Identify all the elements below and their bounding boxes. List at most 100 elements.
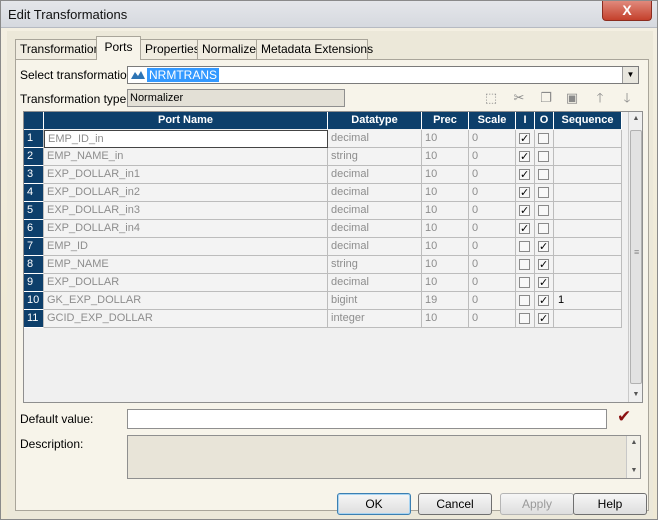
output-flag-cell[interactable]: ✓: [535, 256, 554, 274]
datatype-cell[interactable]: bigint: [328, 292, 422, 310]
input-flag-cell[interactable]: ✓: [516, 166, 535, 184]
new-port-icon[interactable]: ⬚: [482, 89, 500, 107]
tab-metadata-extensions[interactable]: Metadata Extensions: [256, 39, 373, 59]
input-flag-cell[interactable]: [516, 274, 535, 292]
close-button[interactable]: X: [602, 1, 652, 21]
port-name-cell[interactable]: EMP_ID_in: [44, 130, 328, 148]
datatype-cell[interactable]: decimal: [328, 130, 422, 148]
output-flag-cell[interactable]: ✓: [535, 274, 554, 292]
select-transformation-dropdown[interactable]: NRMTRANS ▼: [127, 66, 639, 84]
sequence-cell[interactable]: [554, 310, 622, 328]
table-row[interactable]: 4 EXP_DOLLAR_in2 decimal 10 0 ✓: [24, 184, 628, 202]
input-checkbox[interactable]: ✓: [519, 205, 530, 217]
tab-normalizer[interactable]: Normalizer: [197, 39, 260, 59]
port-name-cell[interactable]: GCID_EXP_DOLLAR: [44, 310, 328, 328]
output-checkbox[interactable]: ✓: [538, 241, 549, 253]
input-checkbox[interactable]: ✓: [519, 187, 530, 199]
table-row[interactable]: 11 GCID_EXP_DOLLAR integer 10 0 ✓: [24, 310, 628, 328]
output-checkbox[interactable]: ✓: [538, 313, 549, 325]
table-row[interactable]: 6 EXP_DOLLAR_in4 decimal 10 0 ✓: [24, 220, 628, 238]
paste-icon[interactable]: ▣: [563, 89, 581, 107]
datatype-cell[interactable]: string: [328, 148, 422, 166]
scroll-down-icon[interactable]: ▼: [629, 388, 643, 402]
output-checkbox[interactable]: ✓: [538, 295, 549, 307]
port-name-cell[interactable]: EXP_DOLLAR: [44, 274, 328, 292]
datatype-cell[interactable]: decimal: [328, 166, 422, 184]
output-flag-cell[interactable]: [535, 166, 554, 184]
datatype-cell[interactable]: decimal: [328, 184, 422, 202]
input-checkbox[interactable]: ✓: [519, 151, 530, 163]
input-flag-cell[interactable]: ✓: [516, 202, 535, 220]
port-name-cell[interactable]: GK_EXP_DOLLAR: [44, 292, 328, 310]
scale-cell[interactable]: 0: [469, 148, 516, 166]
header-o[interactable]: O: [535, 112, 554, 129]
output-checkbox[interactable]: [538, 133, 549, 144]
input-checkbox[interactable]: ✓: [519, 169, 530, 181]
table-row[interactable]: 10 GK_EXP_DOLLAR bigint 19 0 ✓ 1: [24, 292, 628, 310]
prec-cell[interactable]: 10: [422, 274, 469, 292]
output-flag-cell[interactable]: [535, 202, 554, 220]
port-name-cell[interactable]: EXP_DOLLAR_in2: [44, 184, 328, 202]
row-number[interactable]: 2: [24, 148, 44, 166]
sequence-cell[interactable]: [554, 166, 622, 184]
output-flag-cell[interactable]: [535, 184, 554, 202]
row-number[interactable]: 3: [24, 166, 44, 184]
input-flag-cell[interactable]: ✓: [516, 130, 535, 148]
scale-cell[interactable]: 0: [469, 256, 516, 274]
output-checkbox[interactable]: ✓: [538, 259, 549, 271]
input-flag-cell[interactable]: [516, 238, 535, 256]
scale-cell[interactable]: 0: [469, 184, 516, 202]
port-name-cell[interactable]: EXP_DOLLAR_in1: [44, 166, 328, 184]
cut-icon[interactable]: ✂: [510, 89, 528, 107]
table-row[interactable]: 8 EMP_NAME string 10 0 ✓: [24, 256, 628, 274]
prec-cell[interactable]: 10: [422, 256, 469, 274]
tab-transformation[interactable]: Transformation: [15, 39, 100, 59]
grid-vertical-scrollbar[interactable]: ▲ ≡ ▼: [628, 112, 642, 402]
output-flag-cell[interactable]: [535, 130, 554, 148]
output-checkbox[interactable]: [538, 205, 549, 216]
cancel-button[interactable]: Cancel: [418, 493, 492, 515]
table-row[interactable]: 2 EMP_NAME_in string 10 0 ✓: [24, 148, 628, 166]
table-row[interactable]: 9 EXP_DOLLAR decimal 10 0 ✓: [24, 274, 628, 292]
output-flag-cell[interactable]: ✓: [535, 292, 554, 310]
sequence-cell[interactable]: [554, 148, 622, 166]
output-flag-cell[interactable]: ✓: [535, 310, 554, 328]
output-checkbox[interactable]: [538, 187, 549, 198]
datatype-cell[interactable]: decimal: [328, 202, 422, 220]
port-name-cell[interactable]: EMP_NAME_in: [44, 148, 328, 166]
input-flag-cell[interactable]: [516, 310, 535, 328]
output-flag-cell[interactable]: [535, 148, 554, 166]
input-checkbox[interactable]: [519, 241, 530, 252]
input-checkbox[interactable]: ✓: [519, 133, 530, 145]
output-checkbox[interactable]: [538, 223, 549, 234]
scroll-down-icon[interactable]: ▼: [627, 464, 641, 478]
port-name-cell[interactable]: EXP_DOLLAR_in3: [44, 202, 328, 220]
scrollbar-thumb[interactable]: ≡: [630, 130, 642, 384]
sequence-cell[interactable]: 1: [554, 292, 622, 310]
input-flag-cell[interactable]: [516, 292, 535, 310]
datatype-cell[interactable]: decimal: [328, 238, 422, 256]
description-scrollbar[interactable]: ▲ ▼: [626, 436, 640, 478]
prec-cell[interactable]: 10: [422, 202, 469, 220]
row-number[interactable]: 7: [24, 238, 44, 256]
row-number[interactable]: 10: [24, 292, 44, 310]
tab-properties[interactable]: Properties: [140, 39, 200, 59]
ports-grid[interactable]: Port Name Datatype Prec Scale I O Sequen…: [23, 111, 643, 403]
output-checkbox[interactable]: ✓: [538, 277, 549, 289]
input-flag-cell[interactable]: ✓: [516, 148, 535, 166]
input-checkbox[interactable]: [519, 295, 530, 306]
datatype-cell[interactable]: string: [328, 256, 422, 274]
prec-cell[interactable]: 10: [422, 184, 469, 202]
move-up-icon[interactable]: 🡑: [591, 89, 609, 107]
description-textarea[interactable]: ▲ ▼: [127, 435, 641, 479]
sequence-cell[interactable]: [554, 184, 622, 202]
sequence-cell[interactable]: [554, 256, 622, 274]
port-name-cell[interactable]: EXP_DOLLAR_in4: [44, 220, 328, 238]
header-port-name[interactable]: Port Name: [44, 112, 328, 129]
sequence-cell[interactable]: [554, 220, 622, 238]
scale-cell[interactable]: 0: [469, 166, 516, 184]
table-row[interactable]: 1 EMP_ID_in decimal 10 0 ✓: [24, 130, 628, 148]
move-down-icon[interactable]: 🡓: [618, 89, 636, 107]
prec-cell[interactable]: 10: [422, 310, 469, 328]
input-flag-cell[interactable]: [516, 256, 535, 274]
